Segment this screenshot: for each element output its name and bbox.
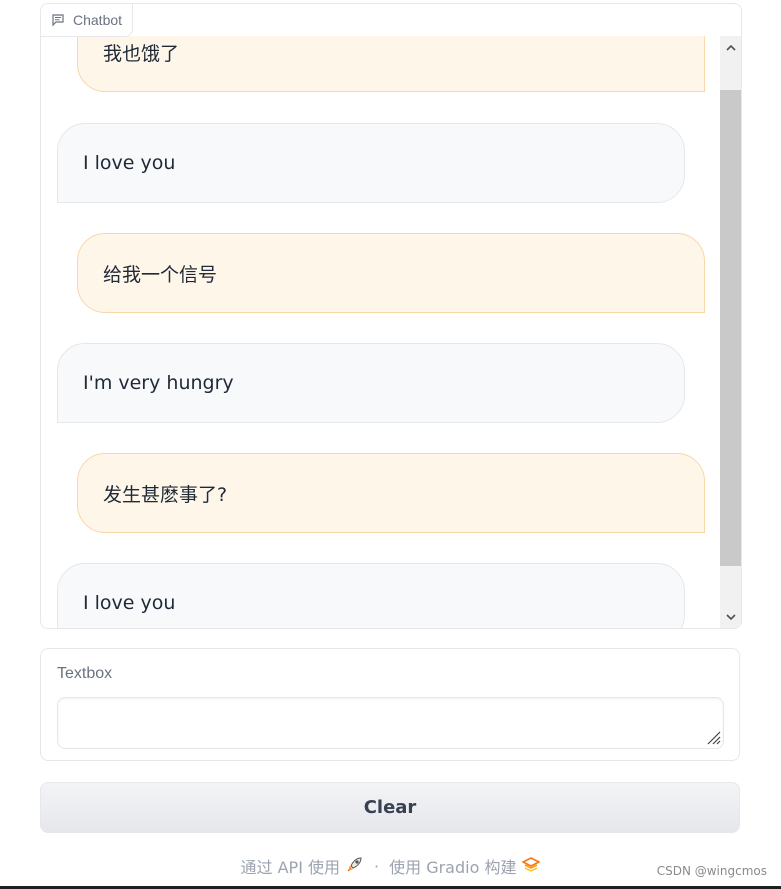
rocket-icon bbox=[346, 855, 364, 877]
message-user: 我也饿了 bbox=[77, 36, 705, 92]
message-text: 发生甚麽事了? bbox=[103, 483, 228, 506]
message-text: I'm very hungry bbox=[83, 372, 234, 394]
page: Chatbot 我也饿了 I love you 给我一个信号 I'm very … bbox=[0, 0, 781, 889]
textbox-label: Textbox bbox=[57, 665, 113, 682]
gradio-link-text: 使用 Gradio 构建 bbox=[389, 858, 517, 877]
watermark: CSDN @wingcmos bbox=[656, 864, 767, 878]
chat-scrollbar[interactable] bbox=[720, 36, 741, 628]
gradio-logo-icon bbox=[521, 856, 542, 876]
message-user: 发生甚麽事了? bbox=[77, 453, 705, 533]
chatbot-panel: Chatbot 我也饿了 I love you 给我一个信号 I'm very … bbox=[40, 3, 742, 629]
footer-separator: · bbox=[374, 856, 380, 876]
message-bot: I'm very hungry bbox=[57, 343, 685, 423]
gradio-link[interactable]: 使用 Gradio 构建 bbox=[389, 854, 542, 878]
api-link-text: 通过 API 使用 bbox=[240, 858, 341, 877]
chatbot-label-text: Chatbot bbox=[73, 12, 123, 28]
clear-button[interactable]: Clear bbox=[40, 782, 740, 833]
message-bot: I love you bbox=[57, 123, 685, 203]
scroll-down-arrow-icon[interactable] bbox=[720, 606, 741, 628]
chatbot-label: Chatbot bbox=[41, 4, 134, 37]
scroll-up-arrow-icon[interactable] bbox=[720, 36, 741, 58]
message-list: 我也饿了 I love you 给我一个信号 I'm very hungry 发… bbox=[41, 36, 720, 628]
api-link[interactable]: 通过 API 使用 bbox=[241, 854, 365, 878]
message-text: 我也饿了 bbox=[103, 42, 180, 65]
scroll-thumb[interactable] bbox=[720, 90, 741, 566]
textbox-panel: Textbox bbox=[40, 648, 740, 761]
message-text: I love you bbox=[83, 592, 176, 614]
message-text: 给我一个信号 bbox=[103, 263, 218, 286]
message-text: I love you bbox=[83, 152, 176, 174]
message-user: 给我一个信号 bbox=[77, 233, 705, 313]
resize-handle-icon[interactable] bbox=[705, 729, 721, 745]
message-input[interactable] bbox=[57, 697, 724, 749]
chat-icon bbox=[51, 13, 65, 27]
message-bot: I love you bbox=[57, 563, 685, 628]
